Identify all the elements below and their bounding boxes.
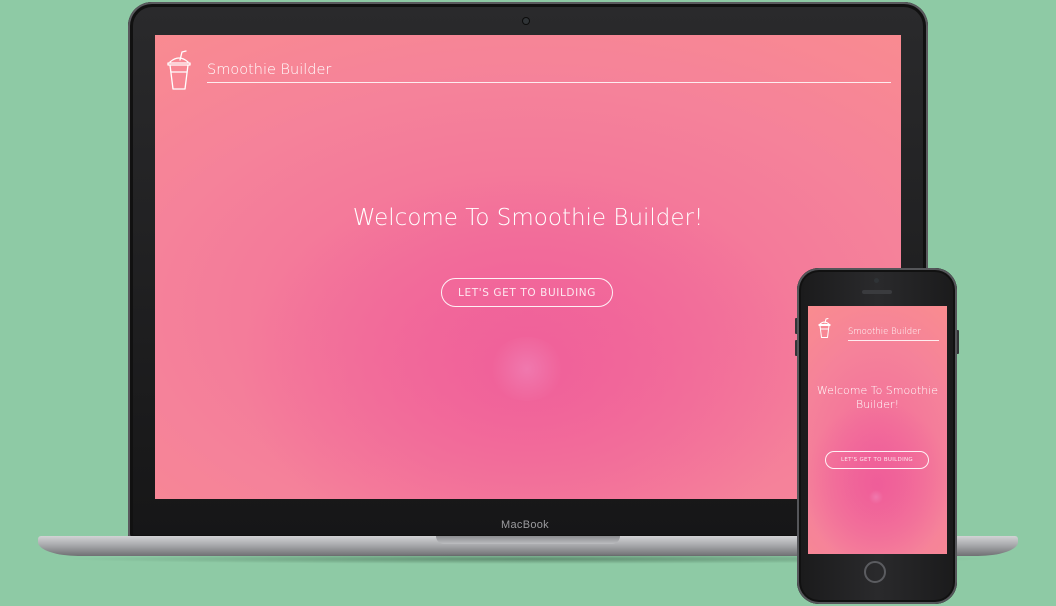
phone-camera xyxy=(874,278,879,283)
header-divider xyxy=(207,82,891,83)
laptop-brand-label: MacBook xyxy=(501,519,549,531)
laptop-camera xyxy=(523,18,529,24)
laptop-screen: Smoothie Builder Welcome To Smoothie Bui… xyxy=(155,35,901,499)
smoothie-animation xyxy=(869,490,883,504)
smoothie-cup-icon[interactable] xyxy=(818,318,831,338)
start-building-button[interactable]: LET'S GET TO BUILDING xyxy=(441,278,613,307)
site-title[interactable]: Smoothie Builder xyxy=(848,327,921,337)
laptop-notch xyxy=(436,536,620,544)
header-divider xyxy=(848,340,939,341)
smoothie-animation xyxy=(490,337,564,401)
phone-home-button[interactable] xyxy=(864,561,886,583)
welcome-heading: Welcome To Smoothie Builder! xyxy=(816,384,939,411)
phone-screen: Smoothie Builder Welcome To Smoothie Bui… xyxy=(808,306,947,554)
welcome-heading: Welcome To Smoothie Builder! xyxy=(352,205,704,231)
start-building-button[interactable]: LET'S GET TO BUILDING xyxy=(825,451,929,469)
phone-speaker xyxy=(862,290,892,294)
smoothie-cup-icon[interactable] xyxy=(166,50,192,90)
site-title[interactable]: Smoothie Builder xyxy=(207,62,331,78)
